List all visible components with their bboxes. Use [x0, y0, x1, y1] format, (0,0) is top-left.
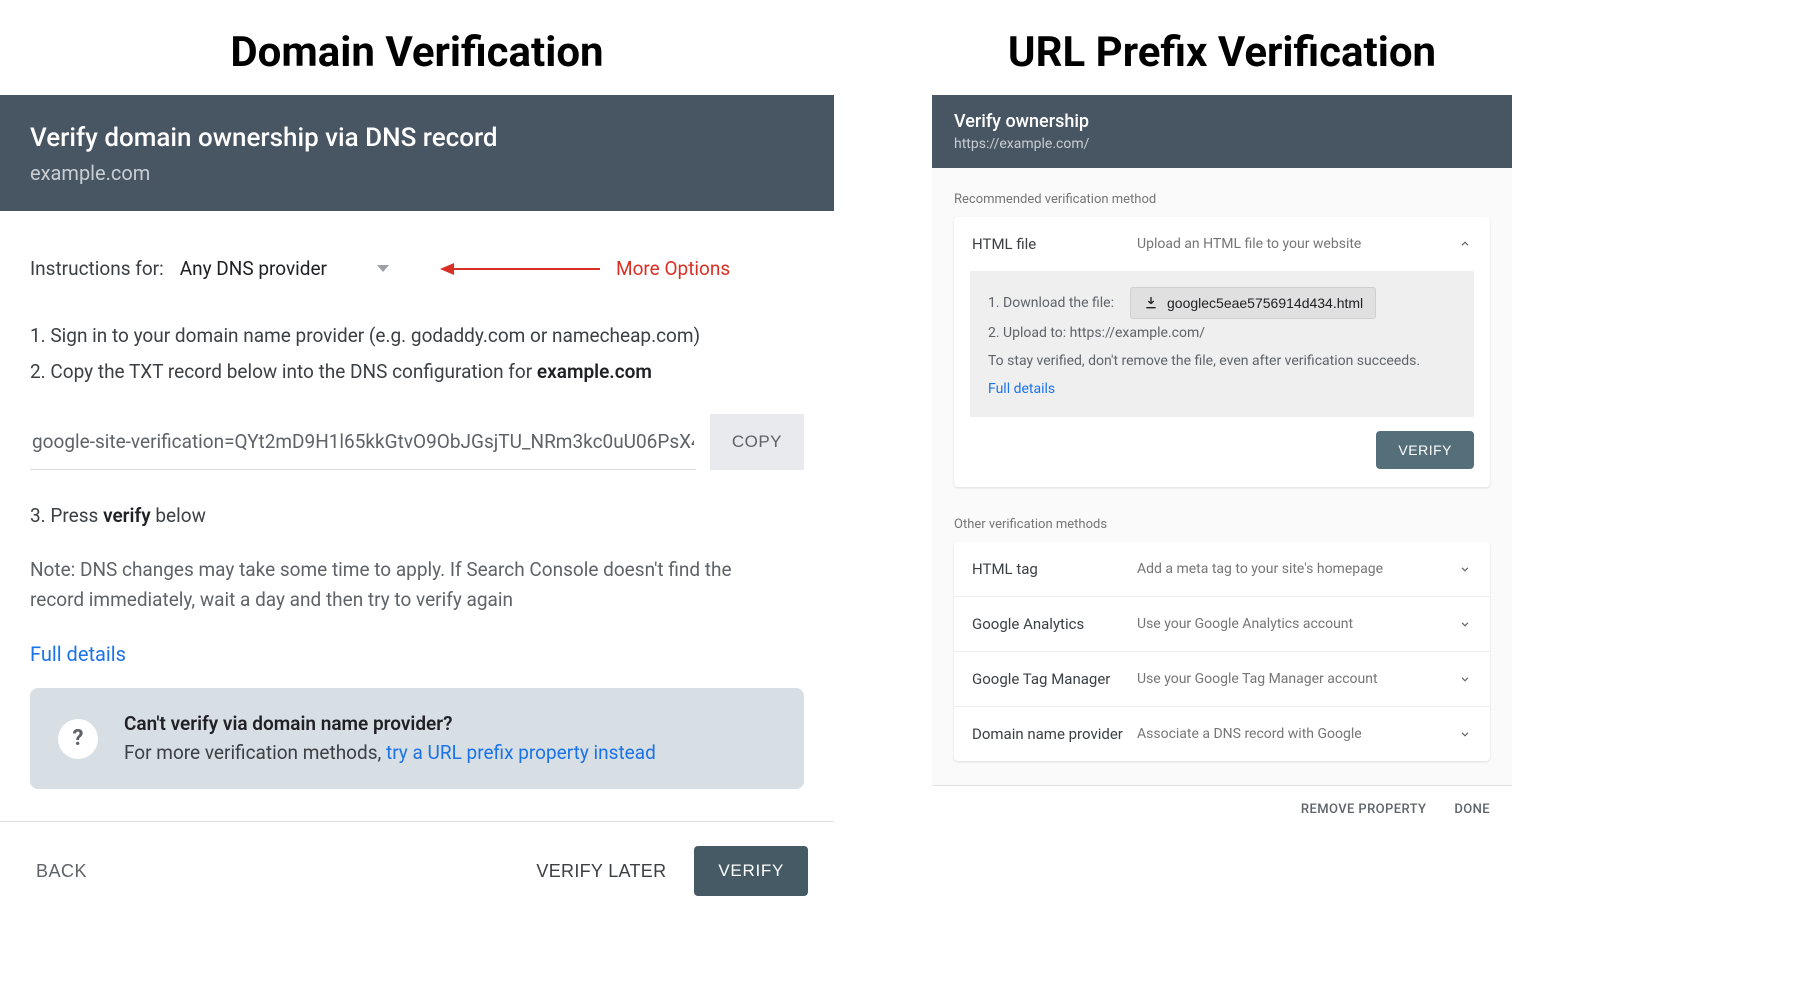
download-step-label: 1. Download the file:: [988, 289, 1114, 317]
method-google-tag-manager[interactable]: Google Tag Manager Use your Google Tag M…: [954, 652, 1490, 707]
upload-step-label: 2. Upload to:: [988, 325, 1070, 341]
method-desc: Use your Google Analytics account: [1137, 616, 1448, 632]
html-file-method-row[interactable]: HTML file Upload an HTML file to your we…: [954, 217, 1490, 271]
upload-url: https://example.com/: [1070, 325, 1205, 341]
verify-button-htmlfile[interactable]: VERIFY: [1376, 431, 1474, 469]
method-domain-name-provider[interactable]: Domain name provider Associate a DNS rec…: [954, 707, 1490, 761]
download-icon: [1143, 295, 1159, 311]
download-filename: googlec5eae5756914d434.html: [1167, 296, 1363, 310]
column-title-urlprefix: URL Prefix Verification: [932, 28, 1512, 77]
step-2-text: 2. Copy the TXT record below into the DN…: [30, 354, 804, 390]
tip-box: ? Can't verify via domain name provider?…: [30, 688, 804, 789]
method-desc: Associate a DNS record with Google: [1137, 726, 1448, 742]
tip-title: Can't verify via domain name provider?: [124, 710, 656, 739]
header-subtitle: example.com: [30, 161, 804, 185]
method-desc: Use your Google Tag Manager account: [1137, 671, 1448, 687]
dropdown-value: Any DNS provider: [180, 257, 327, 280]
remove-property-button[interactable]: REMOVE PROPERTY: [1301, 802, 1426, 817]
back-button[interactable]: BACK: [36, 861, 87, 882]
chevron-down-icon: [1458, 727, 1472, 741]
header-title: Verify domain ownership via DNS record: [30, 123, 804, 153]
dns-note: Note: DNS changes may take some time to …: [30, 555, 790, 614]
annotation-label: More Options: [616, 257, 730, 280]
header-title: Verify ownership: [954, 111, 1490, 132]
method-name: HTML file: [972, 235, 1127, 253]
dns-provider-dropdown[interactable]: Any DNS provider: [178, 253, 391, 284]
txt-record-field[interactable]: [30, 414, 696, 470]
html-file-details: 1. Download the file: googlec5eae5756914…: [970, 271, 1474, 417]
method-google-analytics[interactable]: Google Analytics Use your Google Analyti…: [954, 597, 1490, 652]
chevron-down-icon: [1458, 672, 1472, 686]
stay-verified-note: To stay verified, don't remove the file,…: [988, 347, 1456, 375]
chevron-up-icon: [1458, 237, 1472, 251]
download-file-button[interactable]: googlec5eae5756914d434.html: [1130, 287, 1376, 319]
header-subtitle: https://example.com/: [954, 136, 1490, 152]
dialog-header-domain: Verify domain ownership via DNS record e…: [0, 95, 834, 211]
copy-button[interactable]: COPY: [710, 414, 804, 470]
method-html-tag[interactable]: HTML tag Add a meta tag to your site's h…: [954, 542, 1490, 597]
annotation-arrow: More Options: [440, 257, 730, 280]
method-desc: Upload an HTML file to your website: [1137, 236, 1448, 252]
step-3-text: 3. Press verify below: [30, 504, 804, 527]
method-desc: Add a meta tag to your site's homepage: [1137, 561, 1448, 577]
step-1-text: 1. Sign in to your domain name provider …: [30, 318, 804, 354]
full-details-link[interactable]: Full details: [30, 642, 126, 666]
method-name: Domain name provider: [972, 725, 1127, 743]
help-icon: ?: [58, 719, 98, 759]
method-name: HTML tag: [972, 560, 1127, 578]
instructions-for-label: Instructions for:: [30, 257, 164, 280]
verify-button[interactable]: VERIFY: [694, 846, 808, 896]
other-methods-label: Other verification methods: [932, 511, 1512, 542]
tip-body: For more verification methods,: [124, 741, 386, 764]
full-details-link[interactable]: Full details: [988, 381, 1055, 397]
url-prefix-link[interactable]: try a URL prefix property instead: [386, 741, 656, 764]
done-button[interactable]: DONE: [1454, 802, 1490, 817]
chevron-down-icon: [1458, 617, 1472, 631]
chevron-down-icon: [377, 265, 389, 272]
column-title-domain: Domain Verification: [0, 28, 834, 77]
recommended-label: Recommended verification method: [932, 186, 1512, 217]
method-name: Google Analytics: [972, 615, 1127, 633]
dialog-header-urlprefix: Verify ownership https://example.com/: [932, 95, 1512, 168]
chevron-down-icon: [1458, 562, 1472, 576]
verify-later-button[interactable]: VERIFY LATER: [516, 849, 686, 894]
method-name: Google Tag Manager: [972, 670, 1127, 688]
